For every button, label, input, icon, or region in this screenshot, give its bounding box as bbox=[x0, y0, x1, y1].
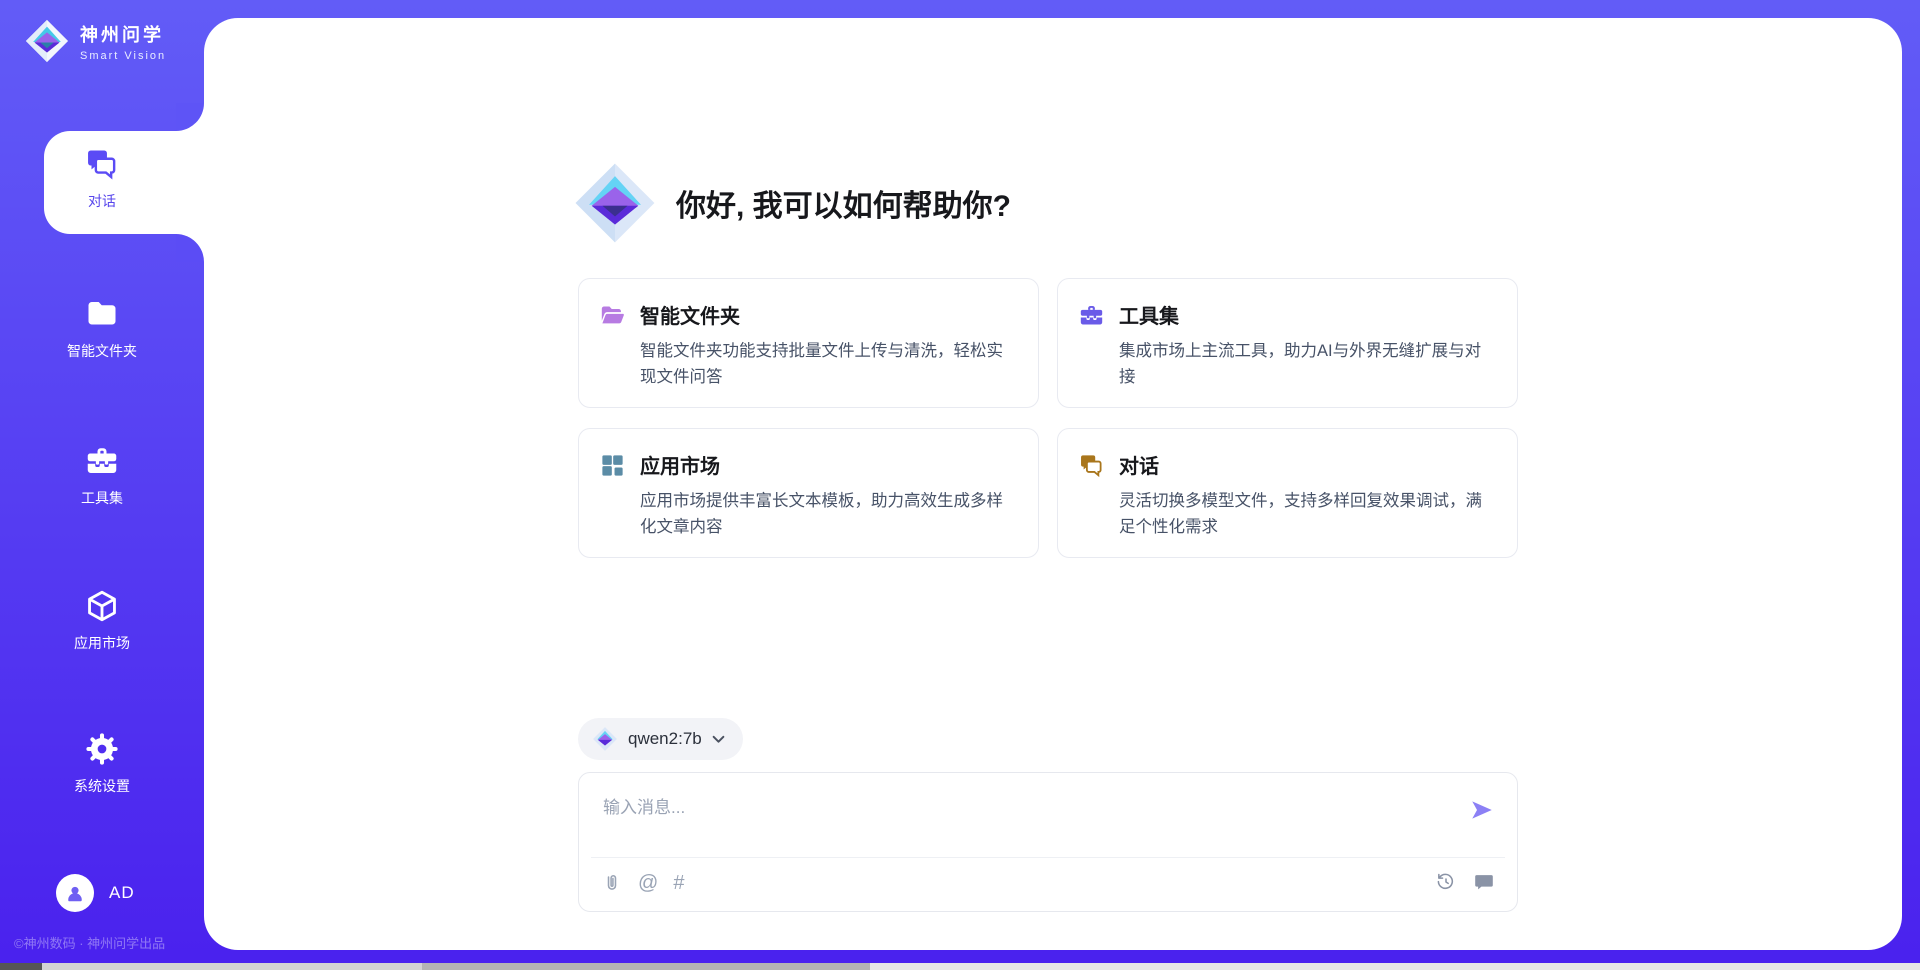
card-description: 灵活切换多模型文件，支持多样回复效果调试，满足个性化需求 bbox=[1119, 488, 1497, 540]
tab-curve-top bbox=[176, 103, 204, 131]
model-name: qwen2:7b bbox=[628, 729, 702, 749]
sidebar-item-label: 工具集 bbox=[81, 488, 123, 508]
scrollbar-thumb[interactable] bbox=[422, 963, 870, 970]
toolbox-icon bbox=[84, 443, 120, 479]
folder-icon bbox=[84, 296, 120, 332]
card-toolset[interactable]: 工具集 集成市场上主流工具，助力AI与外界无缝扩展与对接 bbox=[1057, 278, 1518, 408]
app-subtitle: Smart Vision bbox=[80, 50, 166, 62]
greeting-title: 你好, 我可以如何帮助你? bbox=[676, 181, 1011, 225]
sidebar-item-chat[interactable]: 对话 bbox=[0, 146, 204, 211]
at-icon[interactable]: @ bbox=[638, 871, 658, 895]
sidebar-item-settings[interactable]: 系统设置 bbox=[0, 731, 204, 796]
app-logo: 神州问学 Smart Vision bbox=[24, 18, 166, 64]
sidebar-item-toolset[interactable]: 工具集 bbox=[0, 443, 204, 508]
chat-bubbles-icon bbox=[1078, 450, 1105, 479]
sidebar-item-label: 系统设置 bbox=[74, 776, 130, 796]
copyright-footer: ©神州数码 · 神州问学出品 bbox=[14, 933, 165, 952]
avatar bbox=[56, 874, 94, 912]
card-title: 智能文件夹 bbox=[640, 300, 1018, 329]
greeting-block: 你好, 我可以如何帮助你? bbox=[572, 160, 1011, 246]
card-app-market[interactable]: 应用市场 应用市场提供丰富长文本模板，助力高效生成多样化文章内容 bbox=[578, 428, 1039, 558]
tab-curve-bottom bbox=[176, 234, 204, 262]
toolbox-icon bbox=[1078, 300, 1105, 329]
chevron-down-icon bbox=[712, 735, 725, 744]
feature-cards: 智能文件夹 智能文件夹功能支持批量文件上传与清洗，轻松实现文件问答 工具集 bbox=[578, 278, 1518, 558]
message-composer: @ # bbox=[578, 772, 1518, 912]
diamond-logo-icon bbox=[24, 18, 70, 64]
card-title: 对话 bbox=[1119, 450, 1497, 479]
hash-icon[interactable]: # bbox=[673, 871, 684, 895]
panel-content-layer: 你好, 我可以如何帮助你? 智能文件夹 智能文件夹功能支持批量文件上传与清洗，轻… bbox=[204, 18, 1902, 950]
sidebar-item-app-market[interactable]: 应用市场 bbox=[0, 588, 204, 653]
grid-icon bbox=[599, 450, 626, 479]
history-icon[interactable] bbox=[1435, 871, 1457, 893]
sidebar-item-label: 应用市场 bbox=[74, 633, 130, 653]
diamond-logo-icon bbox=[592, 726, 618, 752]
composer-tools-left: @ # bbox=[601, 871, 684, 895]
card-title: 工具集 bbox=[1119, 300, 1497, 329]
card-chat[interactable]: 对话 灵活切换多模型文件，支持多样回复效果调试，满足个性化需求 bbox=[1057, 428, 1518, 558]
user-chip[interactable]: AD bbox=[56, 874, 135, 912]
sidebar-item-label: 智能文件夹 bbox=[67, 341, 137, 361]
card-title: 应用市场 bbox=[640, 450, 1018, 479]
send-icon[interactable] bbox=[1469, 797, 1495, 823]
gear-icon bbox=[84, 731, 120, 767]
app-title: 神州问学 bbox=[80, 21, 166, 47]
composer-divider bbox=[591, 857, 1505, 858]
app-logo-text: 神州问学 Smart Vision bbox=[80, 21, 166, 62]
scrollbar-corner bbox=[0, 963, 42, 970]
card-body: 应用市场 应用市场提供丰富长文本模板，助力高效生成多样化文章内容 bbox=[640, 450, 1018, 540]
card-description: 集成市场上主流工具，助力AI与外界无缝扩展与对接 bbox=[1119, 338, 1497, 390]
message-input[interactable] bbox=[601, 791, 1441, 849]
model-selector[interactable]: qwen2:7b bbox=[578, 718, 743, 760]
card-smart-folder[interactable]: 智能文件夹 智能文件夹功能支持批量文件上传与清洗，轻松实现文件问答 bbox=[578, 278, 1039, 408]
card-body: 工具集 集成市场上主流工具，助力AI与外界无缝扩展与对接 bbox=[1119, 300, 1497, 390]
chat-bubbles-icon bbox=[84, 146, 120, 182]
diamond-logo-icon bbox=[572, 160, 658, 246]
sidebar-item-label: 对话 bbox=[88, 191, 116, 211]
folder-open-icon bbox=[599, 300, 626, 329]
person-icon bbox=[64, 882, 86, 904]
chat-bubble-icon[interactable] bbox=[1473, 871, 1495, 893]
card-body: 对话 灵活切换多模型文件，支持多样回复效果调试，满足个性化需求 bbox=[1119, 450, 1497, 540]
user-name: AD bbox=[109, 883, 135, 903]
scrollbar-track bbox=[42, 963, 422, 970]
sidebar-item-smart-folder[interactable]: 智能文件夹 bbox=[0, 296, 204, 361]
composer-tools-right bbox=[1435, 871, 1495, 893]
cube-icon bbox=[84, 588, 120, 624]
card-body: 智能文件夹 智能文件夹功能支持批量文件上传与清洗，轻松实现文件问答 bbox=[640, 300, 1018, 390]
paperclip-icon[interactable] bbox=[601, 872, 623, 894]
card-description: 智能文件夹功能支持批量文件上传与清洗，轻松实现文件问答 bbox=[640, 338, 1018, 390]
horizontal-scrollbar bbox=[0, 963, 1920, 970]
card-description: 应用市场提供丰富长文本模板，助力高效生成多样化文章内容 bbox=[640, 488, 1018, 540]
